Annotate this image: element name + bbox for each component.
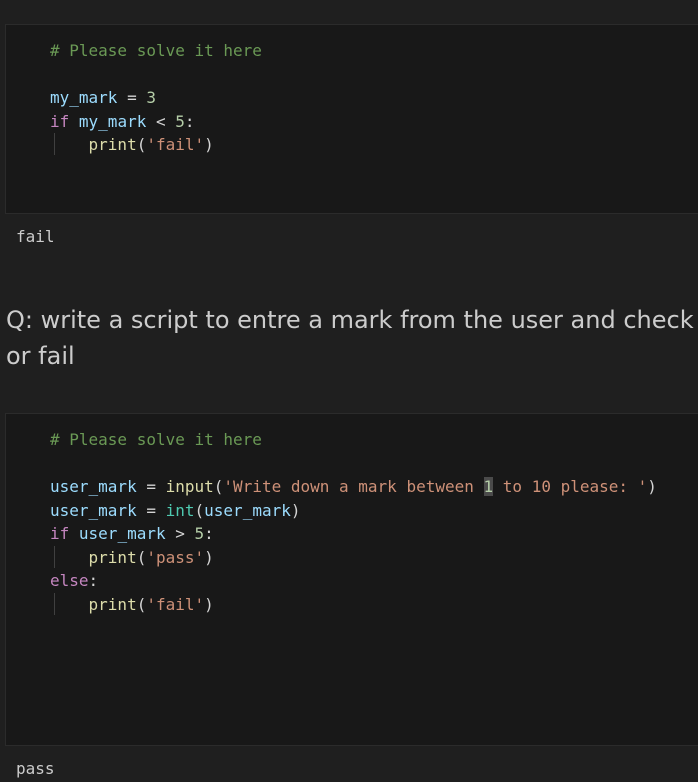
cell-output-1: fail xyxy=(16,227,55,246)
code-line[interactable] xyxy=(50,63,262,87)
code-token: ( xyxy=(136,594,147,614)
code-token: else xyxy=(50,571,89,590)
code-token: 'pass' xyxy=(146,547,205,567)
code-token: if xyxy=(50,524,70,543)
code-token: : xyxy=(204,524,214,543)
code-token: user_mark xyxy=(50,477,137,496)
code-line[interactable]: # Please solve it here xyxy=(50,39,262,63)
code-token: my_mark xyxy=(50,88,118,107)
code-token: ( xyxy=(136,135,147,154)
code-token: 5 xyxy=(175,111,185,131)
code-token: 'Write down a mark between xyxy=(223,477,484,496)
code-token: 3 xyxy=(146,88,156,107)
code-editor-1[interactable]: # Please solve it here my_mark = 3 if my_… xyxy=(50,39,262,157)
markdown-question: Q: write a script to entre a mark from t… xyxy=(6,302,698,374)
code-token: ( xyxy=(213,477,224,496)
code-token: > xyxy=(165,524,195,543)
code-token: int xyxy=(165,500,195,520)
code-token: < xyxy=(146,111,176,131)
code-editor-2[interactable]: # Please solve it here user_mark = input… xyxy=(50,428,657,616)
code-token: ) xyxy=(204,135,214,154)
code-token: ) xyxy=(204,594,214,614)
code-token: user_mark xyxy=(78,524,166,543)
code-token: print xyxy=(88,547,137,567)
code-token: if xyxy=(50,111,70,131)
code-token: = xyxy=(117,88,147,107)
code-token: ) xyxy=(204,547,214,567)
code-line[interactable]: # Please solve it here xyxy=(50,428,657,452)
code-line[interactable]: user_mark = input('Write down a mark bet… xyxy=(50,475,657,499)
code-token: 'fail' xyxy=(146,135,205,154)
code-token: user_mark xyxy=(50,500,137,520)
code-cell-2[interactable]: # Please solve it here user_mark = input… xyxy=(5,413,698,746)
code-line[interactable]: my_mark = 3 xyxy=(50,86,262,110)
code-token: = xyxy=(136,500,166,520)
code-token: my_mark xyxy=(78,111,147,131)
code-line[interactable]: print('fail') xyxy=(50,133,262,157)
code-token: to 10 please: ' xyxy=(493,477,648,496)
code-token: : xyxy=(184,111,195,131)
code-line[interactable]: print('fail') xyxy=(50,593,657,617)
code-token: 5 xyxy=(194,524,205,543)
question-line-2: or fail xyxy=(6,342,75,370)
code-token: 1 xyxy=(483,477,494,496)
code-token: # Please solve it here xyxy=(50,41,262,60)
code-token: = xyxy=(136,477,166,496)
question-line-1: Q: write a script to entre a mark from t… xyxy=(6,306,698,334)
cell-output-2: pass xyxy=(16,759,55,778)
code-token: user_mark xyxy=(204,500,291,520)
code-line[interactable]: if user_mark > 5: xyxy=(50,522,657,546)
indent-guide xyxy=(54,593,55,615)
code-token: print xyxy=(88,135,137,154)
code-token: input xyxy=(165,477,214,496)
code-cell-1[interactable]: # Please solve it here my_mark = 3 if my_… xyxy=(5,24,698,214)
code-line[interactable]: print('pass') xyxy=(50,546,657,570)
code-token: ( xyxy=(194,500,205,520)
code-token: : xyxy=(88,571,99,590)
code-token: print xyxy=(88,594,137,614)
code-line[interactable] xyxy=(50,452,657,476)
code-line[interactable]: if my_mark < 5: xyxy=(50,110,262,134)
code-token: ) xyxy=(647,477,657,496)
indent-guide xyxy=(54,133,55,155)
code-token: 'fail' xyxy=(146,594,205,614)
code-line[interactable]: user_mark = int(user_mark) xyxy=(50,499,657,523)
indent-guide xyxy=(54,546,55,568)
code-token: # Please solve it here xyxy=(50,430,262,449)
code-line[interactable]: else: xyxy=(50,569,657,593)
code-token: ( xyxy=(136,547,147,567)
code-token: ) xyxy=(290,500,301,520)
